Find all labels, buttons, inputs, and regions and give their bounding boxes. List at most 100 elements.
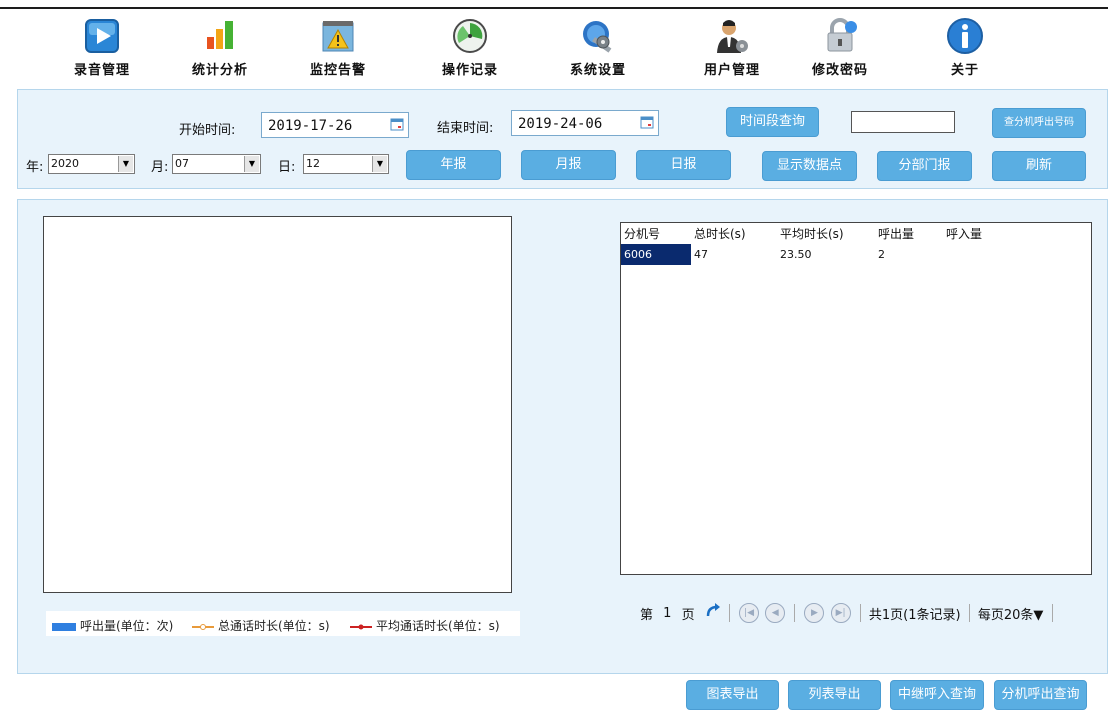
toolbar-item-users[interactable]: 用户管理 — [687, 17, 777, 78]
prev-page-icon[interactable]: ◀ — [765, 603, 786, 623]
legend-calls-out-label: 呼出量(单位：次) — [80, 619, 174, 633]
page-suffix: 页 — [681, 607, 695, 623]
extension-out-number-button[interactable]: 查分机呼出号码 — [992, 108, 1086, 138]
warning-icon — [322, 21, 354, 52]
first-page-icon[interactable]: |◀ — [739, 603, 760, 623]
extension-search-input[interactable] — [851, 111, 955, 133]
main-toolbar: 录音管理 统计分析 监控告警 操作记录 系统设置 用户管理 修改密码 关于 — [0, 9, 1108, 81]
pager-divider — [728, 604, 730, 622]
page-prefix: 第 — [640, 607, 654, 623]
legend-total-time-label: 总通话时长(单位：s) — [218, 619, 330, 633]
start-date-value: 2019-17-26 — [268, 118, 353, 134]
toolbar-label: 操作记录 — [441, 63, 498, 78]
column-header[interactable]: 平均时长(s) — [777, 223, 875, 244]
clock-log-icon — [453, 19, 487, 53]
play-media-icon — [85, 19, 119, 53]
chevron-down-icon: ▼ — [118, 156, 133, 172]
legend-avg-time-label: 平均通话时长(单位：s) — [376, 619, 500, 633]
go-icon[interactable] — [705, 603, 721, 623]
end-date-value: 2019-24-06 — [518, 116, 603, 132]
legend-swatch-line-orange — [192, 623, 214, 630]
user-icon — [717, 20, 748, 53]
top-border — [0, 0, 1108, 9]
toolbar-label: 统计分析 — [191, 63, 248, 78]
chevron-down-icon: ▼ — [372, 156, 387, 172]
start-date-field[interactable]: 2019-17-26 — [261, 112, 409, 138]
year-select[interactable]: 2020 ▼ — [48, 154, 135, 174]
column-header[interactable]: 分机号 — [621, 223, 691, 244]
toolbar-item-password[interactable]: 修改密码 — [795, 17, 885, 78]
table-header-row: 分机号 总时长(s) 平均时长(s) 呼出量 呼入量 — [621, 223, 1011, 244]
day-label: 日: — [278, 160, 296, 175]
stats-table-container: 分机号 总时长(s) 平均时长(s) 呼出量 呼入量 6006 47 23.50… — [620, 222, 1092, 575]
day-select[interactable]: 12 ▼ — [303, 154, 389, 174]
table-cell[interactable]: 47 — [691, 244, 777, 265]
lock-icon — [827, 18, 857, 52]
next-page-icon[interactable]: ▶ — [804, 603, 825, 623]
show-data-points-button[interactable]: 显示数据点 — [762, 151, 857, 181]
end-date-field[interactable]: 2019-24-06 — [511, 110, 659, 136]
day-report-button[interactable]: 日报 — [636, 150, 731, 180]
column-header[interactable]: 呼出量 — [875, 223, 943, 244]
year-report-button[interactable]: 年报 — [406, 150, 501, 180]
month-report-button[interactable]: 月报 — [521, 150, 616, 180]
toolbar-label: 监控告警 — [309, 63, 366, 78]
end-time-label: 结束时间: — [437, 121, 494, 136]
year-label: 年: — [26, 160, 44, 175]
last-page-icon[interactable]: ▶| — [830, 603, 851, 623]
stats-table: 分机号 总时长(s) 平均时长(s) 呼出量 呼入量 6006 47 23.50… — [621, 223, 1011, 265]
toolbar-item-settings[interactable]: 系统设置 — [553, 17, 643, 78]
pager-divider — [794, 604, 796, 622]
toolbar-label: 关于 — [950, 63, 979, 78]
legend-total-time: 总通话时长(单位：s) — [192, 617, 330, 634]
chart-area — [43, 216, 512, 593]
info-icon — [947, 18, 983, 54]
calendar-icon[interactable] — [640, 115, 654, 129]
legend-swatch-line-red — [350, 624, 372, 629]
current-page-input[interactable]: 1 — [663, 606, 671, 621]
department-report-button[interactable]: 分部门报 — [877, 151, 972, 181]
toolbar-label: 修改密码 — [811, 63, 868, 78]
toolbar-label: 系统设置 — [569, 63, 626, 78]
toolbar-item-monitor[interactable]: 监控告警 — [293, 17, 383, 78]
column-header[interactable]: 总时长(s) — [691, 223, 777, 244]
month-label: 月: — [151, 160, 169, 175]
page-summary: 共1页(1条记录) — [868, 607, 961, 623]
refresh-button[interactable]: 刷新 — [992, 151, 1086, 181]
table-row[interactable]: 6006 47 23.50 2 — [621, 244, 1011, 265]
year-value: 2020 — [51, 157, 79, 170]
column-header[interactable]: 呼入量 — [943, 223, 1011, 244]
per-page-select[interactable]: 每页20条▼ — [978, 604, 1044, 623]
gear-wrench-icon — [583, 21, 612, 53]
toolbar-item-recording[interactable]: 录音管理 — [57, 17, 147, 78]
day-value: 12 — [306, 157, 320, 170]
month-value: 07 — [175, 157, 189, 170]
pager-divider — [859, 604, 861, 622]
pager-divider — [1051, 604, 1053, 622]
table-cell[interactable]: 6006 — [621, 244, 691, 265]
relay-in-query-button[interactable]: 中继呼入查询 — [890, 680, 984, 710]
calendar-icon[interactable] — [390, 117, 404, 131]
start-time-label: 开始时间: — [179, 123, 236, 138]
extension-out-query-button[interactable]: 分机呼出查询 — [994, 680, 1087, 710]
list-export-button[interactable]: 列表导出 — [788, 680, 881, 710]
chart-export-button[interactable]: 图表导出 — [686, 680, 779, 710]
table-cell[interactable]: 2 — [875, 244, 943, 265]
toolbar-label: 用户管理 — [703, 63, 760, 78]
toolbar-item-oplog[interactable]: 操作记录 — [425, 17, 515, 78]
table-cell[interactable]: 23.50 — [777, 244, 875, 265]
toolbar-label: 录音管理 — [73, 63, 130, 78]
table-cell[interactable] — [943, 244, 1011, 265]
toolbar-item-about[interactable]: 关于 — [920, 17, 1010, 78]
legend-calls-out: 呼出量(单位：次) — [52, 617, 173, 634]
chart-legend: 呼出量(单位：次) 总通话时长(单位：s) 平均通话时长(单位：s) — [46, 611, 520, 636]
chevron-down-icon: ▼ — [244, 156, 259, 172]
month-select[interactable]: 07 ▼ — [172, 154, 261, 174]
pager-divider — [968, 604, 970, 622]
bar-chart-icon — [207, 21, 233, 49]
pagination-bar: 第 1 页 |◀ ◀ ▶ ▶| 共1页(1条记录) 每页20条▼ — [640, 603, 1057, 625]
range-query-button[interactable]: 时间段查询 — [726, 107, 819, 137]
legend-avg-time: 平均通话时长(单位：s) — [350, 617, 500, 634]
legend-swatch-bar — [52, 622, 76, 631]
toolbar-item-stats[interactable]: 统计分析 — [175, 17, 265, 78]
